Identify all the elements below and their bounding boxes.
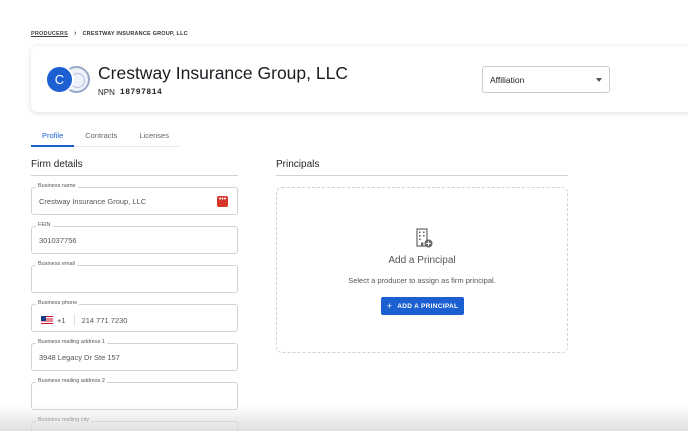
page-title: Crestway Insurance Group, LLC — [98, 63, 348, 83]
avatar: C — [45, 65, 74, 94]
business-phone-field[interactable]: Business phone +1 214 771 7230 — [31, 300, 238, 332]
business-name-value: Crestway Insurance Group, LLC — [39, 197, 147, 206]
business-name-field[interactable]: Business name Crestway Insurance Group, … — [31, 183, 238, 215]
business-phone-value: 214 771 7230 — [81, 315, 128, 325]
phone-row: +1 214 771 7230 — [41, 314, 127, 326]
firm-details-title: Firm details — [31, 159, 83, 170]
breadcrumb-current: CRESTWAY INSURANCE GROUP, LLC — [82, 30, 188, 37]
principals-empty-state: Add a Principal Select a producer to ass… — [276, 187, 568, 353]
tab-contracts[interactable]: Contracts — [74, 127, 128, 147]
tab-profile[interactable]: Profile — [31, 127, 75, 147]
breadcrumb-producers-link[interactable]: PRODUCERS — [31, 31, 68, 37]
plus-icon: + — [386, 301, 393, 311]
principals-divider — [276, 175, 568, 176]
affiliation-select-label: Affiliation — [490, 74, 525, 85]
us-flag-icon[interactable] — [41, 316, 53, 324]
phone-divider — [73, 314, 75, 326]
mailing-address-1-label: Business mailing address 1 — [36, 339, 107, 345]
business-email-label: Business email — [36, 261, 77, 267]
npn-value: 18797814 — [119, 88, 163, 97]
phone-country-code[interactable]: +1 — [57, 316, 66, 325]
add-principal-description: Select a producer to assign as firm prin… — [348, 276, 496, 285]
npn-label: NPN — [98, 88, 115, 97]
principals-title: Principals — [276, 159, 320, 170]
mailing-address-2-label: Business mailing address 2 — [36, 378, 107, 384]
mailing-address-2-field[interactable]: Business mailing address 2 — [31, 378, 238, 410]
add-principal-heading: Add a Principal — [388, 255, 456, 266]
fein-value: 301037756 — [39, 236, 77, 245]
building-add-icon — [416, 228, 433, 248]
avatar-group: C — [45, 65, 91, 95]
mailing-city-field[interactable]: Business mailing city — [31, 417, 238, 431]
add-principal-button-label: ADD A PRINCIPAL — [397, 302, 459, 310]
firm-details-divider — [31, 175, 238, 176]
affiliation-select[interactable]: Affiliation — [482, 66, 610, 93]
business-email-field[interactable]: Business email — [31, 261, 238, 293]
firm-header-card: C Crestway Insurance Group, LLC NPN 1879… — [31, 46, 688, 112]
tab-bar: Profile Contracts Licenses — [31, 127, 180, 147]
business-name-label: Business name — [36, 183, 78, 189]
npn-row: NPN 18797814 — [98, 88, 162, 97]
tab-licenses[interactable]: Licenses — [128, 127, 180, 147]
caret-down-icon — [596, 77, 602, 82]
fein-label: FEIN — [36, 222, 53, 228]
mailing-address-1-value: 3948 Legacy Dr Ste 157 — [39, 353, 120, 362]
mailing-city-label: Business mailing city — [36, 417, 92, 423]
fein-field[interactable]: FEIN 301037756 — [31, 222, 238, 254]
mailing-address-1-field[interactable]: Business mailing address 1 3948 Legacy D… — [31, 339, 238, 371]
business-phone-label: Business phone — [36, 300, 80, 306]
chevron-right-icon: › — [73, 30, 77, 37]
more-icon[interactable]: ••• — [217, 196, 228, 207]
add-principal-button[interactable]: + ADD A PRINCIPAL — [381, 297, 464, 315]
breadcrumb: PRODUCERS › CRESTWAY INSURANCE GROUP, LL… — [31, 30, 188, 37]
